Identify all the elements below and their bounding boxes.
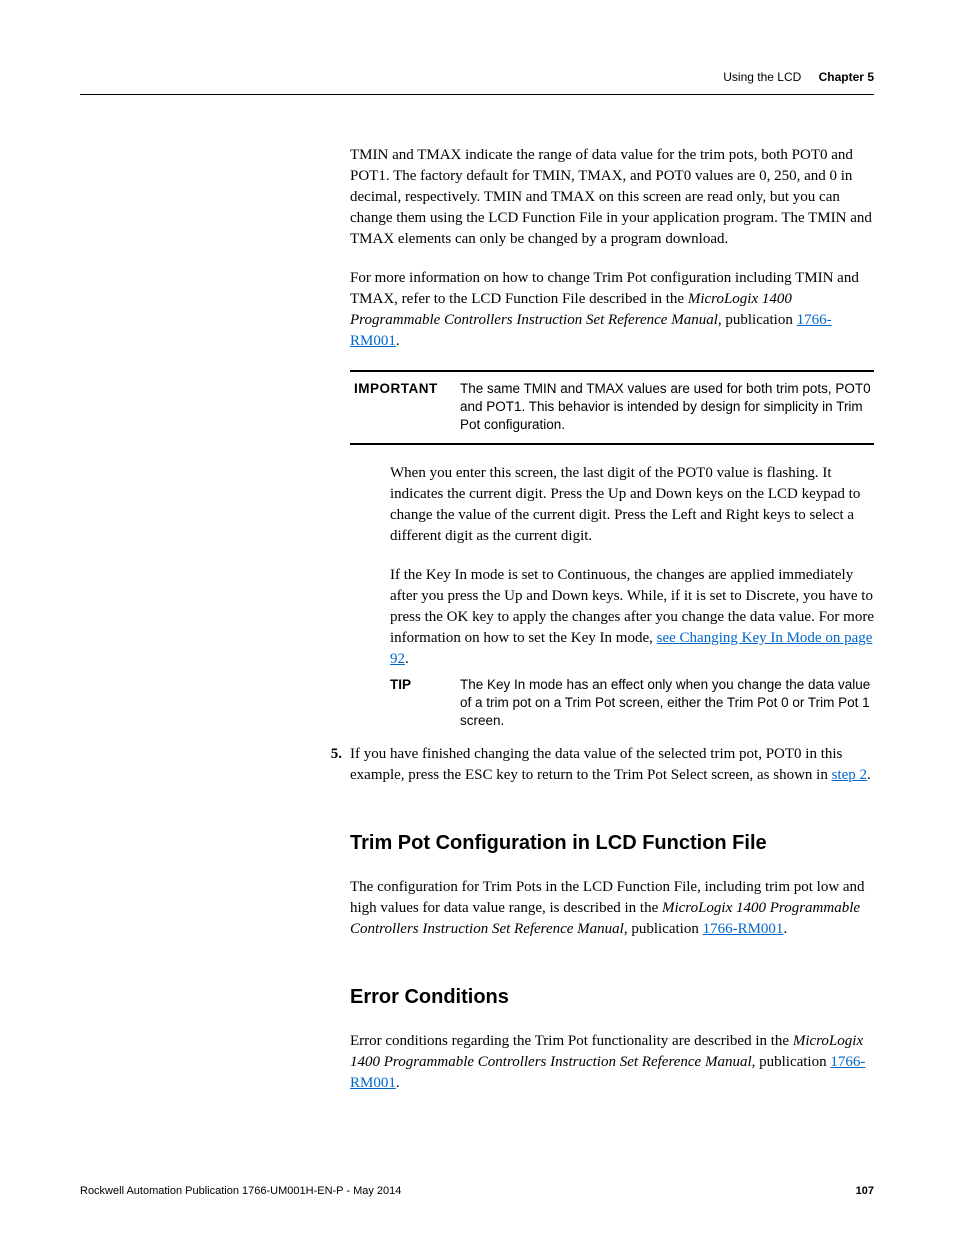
tip-callout: TIP The Key In mode has an effect only w… <box>390 676 874 731</box>
footer-page-number: 107 <box>856 1185 874 1197</box>
step-text: If you have finished changing the data v… <box>350 744 874 786</box>
text: , publication <box>718 312 797 328</box>
text: , publication <box>624 921 703 937</box>
text: . <box>783 921 787 937</box>
text: . <box>867 767 871 783</box>
tip-label: TIP <box>390 676 460 731</box>
paragraph: Error conditions regarding the Trim Pot … <box>350 1031 874 1094</box>
step-link[interactable]: step 2 <box>832 767 867 783</box>
text: . <box>405 651 409 667</box>
header-chapter: Chapter 5 <box>819 70 874 84</box>
important-callout: IMPORTANT The same TMIN and TMAX values … <box>350 370 874 445</box>
page-footer: Rockwell Automation Publication 1766-UM0… <box>80 1185 874 1197</box>
header-section: Using the LCD <box>723 70 801 84</box>
paragraph: The configuration for Trim Pots in the L… <box>350 877 874 940</box>
step-number: 5. <box>326 744 350 786</box>
paragraph: If the Key In mode is set to Continuous,… <box>390 565 874 670</box>
text: If you have finished changing the data v… <box>350 746 842 783</box>
step-5: 5. If you have finished changing the dat… <box>326 744 874 786</box>
important-body: The same TMIN and TMAX values are used f… <box>460 380 874 435</box>
text: . <box>396 1075 400 1091</box>
heading-trimpot-config: Trim Pot Configuration in LCD Function F… <box>350 832 874 855</box>
publication-link[interactable]: 1766-RM001 <box>703 921 784 937</box>
tip-body: The Key In mode has an effect only when … <box>460 676 874 731</box>
paragraph: When you enter this screen, the last dig… <box>390 463 874 547</box>
text: Error conditions regarding the Trim Pot … <box>350 1033 793 1049</box>
footer-publication: Rockwell Automation Publication 1766-UM0… <box>80 1185 401 1197</box>
text: . <box>396 333 400 349</box>
paragraph: TMIN and TMAX indicate the range of data… <box>350 145 874 250</box>
heading-error-conditions: Error Conditions <box>350 986 874 1009</box>
page-header: Using the LCD Chapter 5 <box>80 70 874 95</box>
text: , publication <box>752 1054 831 1070</box>
paragraph: For more information on how to change Tr… <box>350 268 874 352</box>
important-label: IMPORTANT <box>350 380 460 435</box>
